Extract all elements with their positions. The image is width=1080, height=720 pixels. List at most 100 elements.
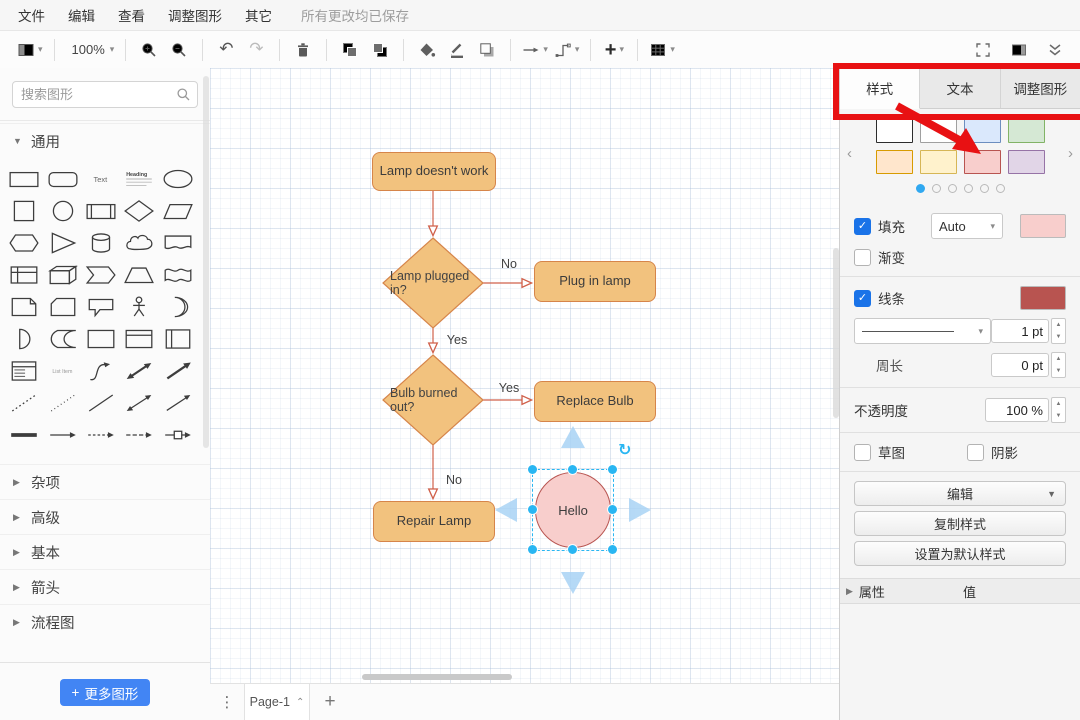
shape-rounded-rectangle[interactable] bbox=[44, 164, 80, 194]
shape-vertical-container[interactable] bbox=[160, 324, 196, 354]
menu-arrange[interactable]: 调整图形 bbox=[164, 3, 226, 27]
shape-dotted-line[interactable] bbox=[44, 388, 80, 418]
sidebar-scrollbar[interactable] bbox=[203, 76, 209, 448]
shape-container-title[interactable] bbox=[121, 324, 157, 354]
style-swatch-6[interactable] bbox=[963, 150, 1001, 174]
shape-list[interactable] bbox=[6, 356, 42, 386]
shape-square[interactable] bbox=[6, 196, 42, 226]
shape-process[interactable] bbox=[83, 196, 119, 226]
edge-label-yes-2[interactable]: Yes bbox=[499, 381, 519, 395]
redo-button[interactable]: ↷ bbox=[244, 37, 268, 63]
canvas-horizontal-scrollbar[interactable] bbox=[362, 674, 512, 680]
perimeter-stepper[interactable]: ▲ ▼ bbox=[1051, 352, 1066, 378]
line-width-stepper[interactable]: ▲ ▼ bbox=[1051, 318, 1066, 344]
shape-bidirectional-connector[interactable] bbox=[121, 388, 157, 418]
tab-style[interactable]: 样式 bbox=[840, 68, 921, 109]
node-lamp-doesnt-work[interactable]: Lamp doesn't work bbox=[372, 152, 496, 191]
selection-handle-ne[interactable] bbox=[608, 465, 617, 474]
shape-actor[interactable] bbox=[121, 292, 157, 322]
style-swatch-1[interactable] bbox=[919, 119, 957, 143]
node-label-decision1[interactable]: Lamp plugged in? bbox=[390, 269, 476, 297]
undo-button[interactable]: ↶ bbox=[214, 37, 238, 63]
pager-dot-1[interactable] bbox=[931, 184, 941, 193]
shape-rectangle[interactable] bbox=[6, 164, 42, 194]
shape-and[interactable] bbox=[6, 324, 42, 354]
shape-cylinder[interactable] bbox=[83, 228, 119, 258]
pager-dot-2[interactable] bbox=[947, 184, 957, 193]
table-button[interactable]: ▾ bbox=[649, 37, 675, 63]
section-arrows[interactable]: ▶ 箭头 bbox=[0, 569, 210, 604]
node-replace-bulb[interactable]: Replace Bulb bbox=[534, 381, 656, 422]
menu-edit[interactable]: 编辑 bbox=[64, 3, 99, 27]
section-basic[interactable]: ▶ 基本 bbox=[0, 534, 210, 569]
section-misc[interactable]: ▶ 杂项 bbox=[0, 464, 210, 499]
pager-dot-4[interactable] bbox=[979, 184, 989, 193]
node-plug-in-lamp[interactable]: Plug in lamp bbox=[534, 261, 656, 302]
format-panel-toggle-button[interactable] bbox=[1007, 37, 1031, 63]
search-input[interactable] bbox=[12, 81, 198, 108]
shape-triangle[interactable] bbox=[44, 228, 80, 258]
fill-mode-select[interactable]: Auto ▾ bbox=[931, 213, 1003, 239]
shape-tape[interactable] bbox=[160, 260, 196, 290]
shape-dashed-arrow-2[interactable] bbox=[121, 420, 157, 450]
line-color-swatch[interactable] bbox=[1020, 286, 1066, 310]
shape-list-item[interactable]: List Item bbox=[44, 356, 80, 386]
to-front-button[interactable] bbox=[338, 37, 362, 63]
line-style-select[interactable]: ▾ bbox=[854, 318, 991, 344]
selection-handle-nw[interactable] bbox=[528, 465, 537, 474]
shape-ellipse[interactable] bbox=[160, 164, 196, 194]
shape-directional-connector[interactable] bbox=[160, 388, 196, 418]
shape-data-storage[interactable] bbox=[44, 324, 80, 354]
shape-diamond[interactable] bbox=[121, 196, 157, 226]
selection-handle-e[interactable] bbox=[608, 505, 617, 514]
selection-handle-w[interactable] bbox=[528, 505, 537, 514]
diagram-canvas[interactable]: Lamp doesn't work Lamp plugged in? Plug … bbox=[210, 68, 840, 683]
fullscreen-button[interactable] bbox=[971, 37, 995, 63]
shape-directional-arrow[interactable] bbox=[160, 356, 196, 386]
shape-trapezoid[interactable] bbox=[121, 260, 157, 290]
selection-handle-s[interactable] bbox=[568, 545, 577, 554]
shape-or[interactable] bbox=[160, 292, 196, 322]
shape-dashed-line[interactable] bbox=[6, 388, 42, 418]
shape-callout[interactable] bbox=[83, 292, 119, 322]
shape-arrow-with-box[interactable] bbox=[160, 420, 196, 450]
shape-arrow[interactable] bbox=[44, 420, 80, 450]
delete-button[interactable] bbox=[291, 37, 315, 63]
copy-style-button[interactable]: 复制样式 bbox=[854, 511, 1066, 536]
edge-label-no[interactable]: No bbox=[501, 257, 517, 271]
tab-arrange[interactable]: 调整图形 bbox=[1000, 68, 1080, 108]
insert-button[interactable]: + ▾ bbox=[602, 37, 626, 63]
shadow-button[interactable] bbox=[475, 37, 499, 63]
style-swatch-5[interactable] bbox=[919, 150, 957, 174]
style-swatch-7[interactable] bbox=[1007, 150, 1045, 174]
zoom-in-button[interactable] bbox=[137, 37, 161, 63]
shape-dashed-arrow[interactable] bbox=[83, 420, 119, 450]
pager-dot-3[interactable] bbox=[963, 184, 973, 193]
edit-style-button[interactable]: 编辑 ▼ bbox=[854, 481, 1066, 506]
pager-dot-0[interactable] bbox=[915, 184, 925, 193]
rotate-handle-icon[interactable]: ↻ bbox=[618, 440, 631, 459]
tab-text[interactable]: 文本 bbox=[920, 68, 1001, 108]
shape-bidirectional-arrow[interactable] bbox=[121, 356, 157, 386]
swatch-prev-icon[interactable]: ‹ bbox=[847, 145, 852, 162]
line-color-button[interactable] bbox=[445, 37, 469, 63]
shape-document[interactable] bbox=[160, 228, 196, 258]
menu-file[interactable]: 文件 bbox=[14, 3, 49, 27]
menu-view[interactable]: 查看 bbox=[114, 3, 149, 27]
shape-hexagon[interactable] bbox=[6, 228, 42, 258]
shape-internal-storage[interactable] bbox=[6, 260, 42, 290]
properties-header[interactable]: ▶ 属性 值 bbox=[840, 578, 1080, 604]
shadow-checkbox[interactable] bbox=[967, 443, 984, 461]
node-label-decision2[interactable]: Bulb burned out? bbox=[390, 386, 476, 414]
style-swatch-3[interactable] bbox=[1007, 119, 1045, 143]
line-width-input[interactable]: 1 pt bbox=[991, 319, 1049, 343]
zoom-out-button[interactable] bbox=[167, 37, 191, 63]
style-swatch-0[interactable] bbox=[875, 119, 913, 143]
opacity-input[interactable]: 100 % bbox=[985, 398, 1049, 422]
style-swatch-2[interactable] bbox=[963, 119, 1001, 143]
view-panels-button[interactable]: ▾ bbox=[17, 37, 43, 63]
add-page-button[interactable]: + bbox=[310, 684, 350, 720]
sketch-checkbox[interactable] bbox=[854, 443, 871, 461]
page-tab[interactable]: Page-1 ⌃ bbox=[244, 684, 310, 720]
opacity-stepper[interactable]: ▲ ▼ bbox=[1051, 397, 1066, 423]
